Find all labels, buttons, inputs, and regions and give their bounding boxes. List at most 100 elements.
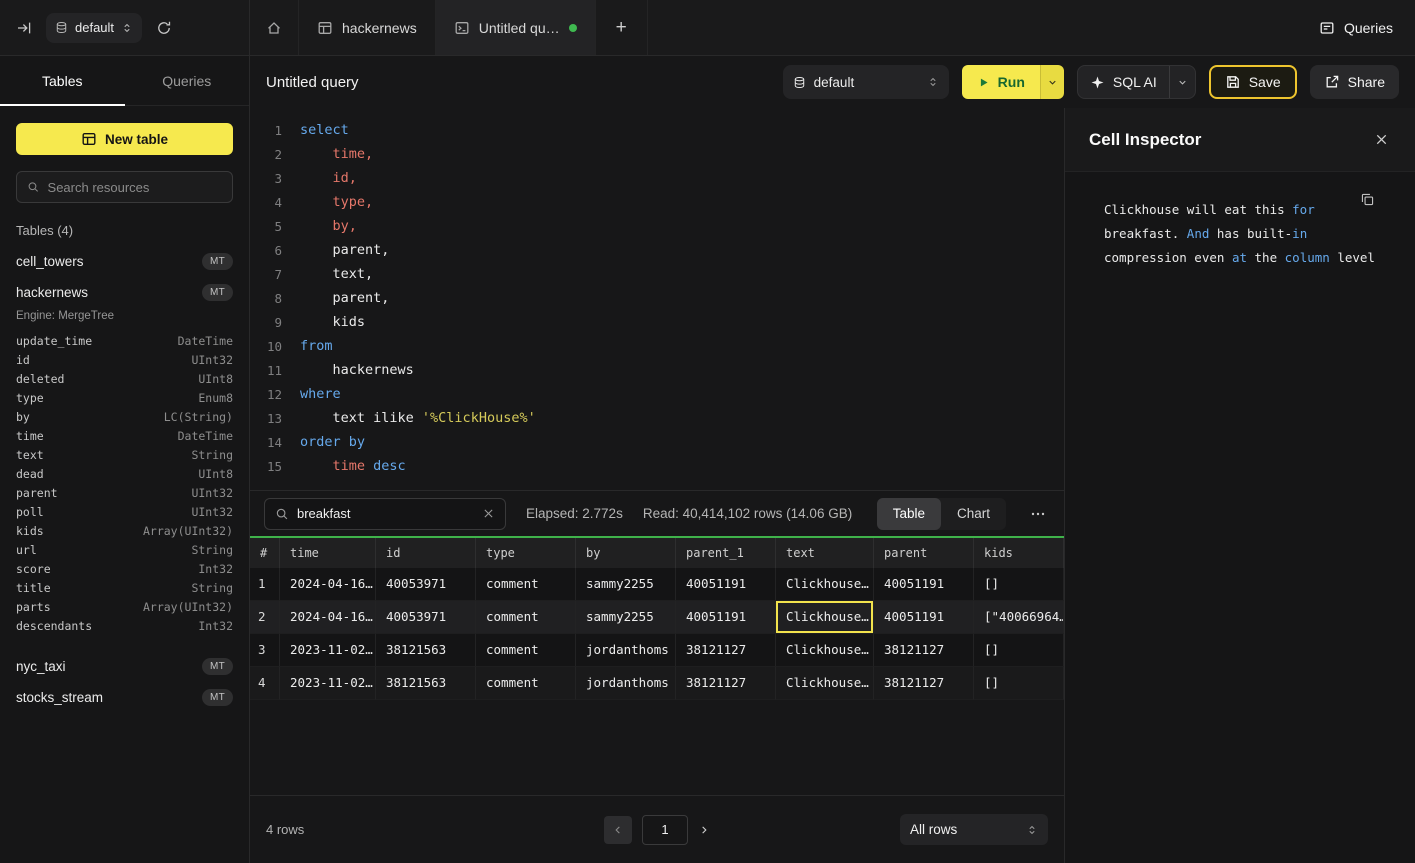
table-cell[interactable]: 38121563 [376, 634, 476, 667]
table-column-row[interactable]: kids Array(UInt32) [0, 521, 249, 540]
page-number-input[interactable] [642, 815, 688, 845]
table-cell[interactable]: 2023-11-02… [280, 634, 376, 667]
editor-line[interactable]: 2 time, [260, 142, 1064, 166]
table-list-item[interactable]: stocks_stream MT [0, 682, 249, 713]
table-column-row[interactable]: parts Array(UInt32) [0, 597, 249, 616]
table-cell[interactable]: [] [974, 667, 1064, 700]
editor-line[interactable]: 11 hackernews [260, 358, 1064, 382]
tab-untitled-query[interactable]: Untitled qu… [436, 0, 596, 55]
new-tab-button[interactable]: + [596, 0, 648, 55]
previous-page-button[interactable] [604, 816, 632, 844]
table-cell[interactable]: 40053971 [376, 601, 476, 634]
table-list-item[interactable]: cell_towers MT [0, 246, 249, 277]
refresh-button[interactable] [156, 20, 172, 36]
table-column-row[interactable]: descendants Int32 [0, 616, 249, 635]
tab-home[interactable] [250, 0, 299, 55]
table-list-item[interactable]: hackernews MT [0, 277, 249, 308]
table-cell[interactable]: sammy2255 [576, 601, 676, 634]
table-cell[interactable]: jordanthoms [576, 667, 676, 700]
table-cell[interactable]: jordanthoms [576, 634, 676, 667]
table-cell[interactable]: 38121127 [874, 634, 974, 667]
table-column-row[interactable]: url String [0, 540, 249, 559]
new-table-button[interactable]: New table [16, 123, 233, 155]
editor-line[interactable]: 5 by, [260, 214, 1064, 238]
column-header[interactable]: type [476, 538, 576, 568]
table-column-row[interactable]: title String [0, 578, 249, 597]
table-column-row[interactable]: id UInt32 [0, 350, 249, 369]
editor-line[interactable]: 10 from [260, 334, 1064, 358]
results-search-input[interactable] [297, 506, 474, 521]
close-inspector-button[interactable] [1374, 132, 1389, 147]
table-column-row[interactable]: poll UInt32 [0, 502, 249, 521]
column-header[interactable]: time [280, 538, 376, 568]
sidebar-tab-queries[interactable]: Queries [125, 56, 250, 105]
editor-line[interactable]: 6 parent, [260, 238, 1064, 262]
view-tab-table[interactable]: Table [877, 498, 941, 530]
table-column-row[interactable]: by LC(String) [0, 407, 249, 426]
copy-cell-button[interactable] [1360, 192, 1375, 207]
table-column-row[interactable]: score Int32 [0, 559, 249, 578]
sidebar-search[interactable] [16, 171, 233, 203]
selected-table-cell[interactable]: Clickhouse… [776, 601, 874, 634]
editor-line[interactable]: 3 id, [260, 166, 1064, 190]
table-cell[interactable]: 38121563 [376, 667, 476, 700]
query-database-selector[interactable]: default [783, 65, 949, 99]
table-list-item[interactable]: nyc_taxi MT [0, 651, 249, 682]
table-cell[interactable]: 38121127 [676, 634, 776, 667]
table-column-row[interactable]: time DateTime [0, 426, 249, 445]
sidebar-collapse-button[interactable] [16, 20, 32, 36]
results-search[interactable] [264, 498, 506, 530]
table-cell[interactable]: 38121127 [874, 667, 974, 700]
share-button[interactable]: Share [1310, 65, 1399, 99]
table-cell[interactable]: 40051191 [874, 568, 974, 601]
sql-editor[interactable]: 1 select 2 time, 3 id, 4 type, 5 by, 6 p… [250, 108, 1064, 490]
search-resources-input[interactable] [48, 180, 222, 195]
column-header[interactable]: parent_1 [676, 538, 776, 568]
table-cell[interactable]: 2024-04-16… [280, 601, 376, 634]
save-button[interactable]: Save [1209, 65, 1297, 99]
run-options-caret[interactable] [1040, 65, 1064, 99]
queries-button[interactable]: Queries [1319, 0, 1393, 55]
run-button[interactable]: Run [962, 65, 1040, 99]
table-cell[interactable]: 40053971 [376, 568, 476, 601]
column-header[interactable]: id [376, 538, 476, 568]
column-header[interactable]: text [776, 538, 874, 568]
editor-line[interactable]: 7 text, [260, 262, 1064, 286]
column-header[interactable]: by [576, 538, 676, 568]
column-header[interactable]: kids [974, 538, 1064, 568]
editor-line[interactable]: 9 kids [260, 310, 1064, 334]
next-page-button[interactable] [698, 824, 710, 836]
clear-search-button[interactable] [482, 507, 495, 520]
table-cell[interactable]: Clickhouse… [776, 568, 874, 601]
table-cell[interactable]: 38121127 [676, 667, 776, 700]
editor-line[interactable]: 13 text ilike '%ClickHouse%' [260, 406, 1064, 430]
sql-ai-caret[interactable] [1169, 66, 1195, 98]
table-column-row[interactable]: dead UInt8 [0, 464, 249, 483]
editor-line[interactable]: 8 parent, [260, 286, 1064, 310]
editor-line[interactable]: 4 type, [260, 190, 1064, 214]
table-row[interactable]: 42023-11-02…38121563commentjordanthoms38… [250, 667, 1064, 700]
table-column-row[interactable]: text String [0, 445, 249, 464]
editor-line[interactable]: 14 order by [260, 430, 1064, 454]
results-more-button[interactable] [1026, 506, 1050, 522]
table-cell[interactable]: 2024-04-16… [280, 568, 376, 601]
table-cell[interactable]: ["40066964… [974, 601, 1064, 634]
sidebar-tab-tables[interactable]: Tables [0, 56, 125, 105]
topbar-database-selector[interactable]: default [46, 13, 142, 43]
table-row[interactable]: 32023-11-02…38121563commentjordanthoms38… [250, 634, 1064, 667]
tab-hackernews[interactable]: hackernews [299, 0, 436, 55]
table-cell[interactable]: 40051191 [676, 601, 776, 634]
table-column-row[interactable]: update_time DateTime [0, 331, 249, 350]
table-cell[interactable]: comment [476, 568, 576, 601]
table-row[interactable]: 12024-04-16…40053971commentsammy22554005… [250, 568, 1064, 601]
table-column-row[interactable]: deleted UInt8 [0, 369, 249, 388]
sql-ai-button[interactable]: SQL AI [1078, 66, 1169, 98]
table-cell[interactable]: 2023-11-02… [280, 667, 376, 700]
table-cell[interactable]: sammy2255 [576, 568, 676, 601]
table-cell[interactable]: Clickhouse… [776, 667, 874, 700]
table-cell[interactable]: [] [974, 568, 1064, 601]
column-header[interactable]: parent [874, 538, 974, 568]
table-cell[interactable]: 40051191 [874, 601, 974, 634]
table-cell[interactable]: comment [476, 667, 576, 700]
table-cell[interactable]: [] [974, 634, 1064, 667]
